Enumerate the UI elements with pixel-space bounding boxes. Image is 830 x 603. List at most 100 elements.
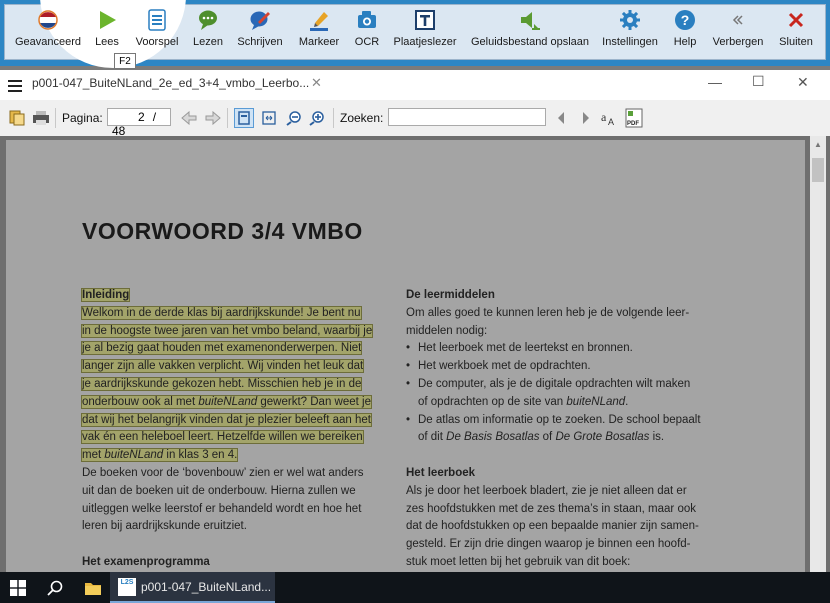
book-title: De Basis Bosatlas: [446, 431, 540, 444]
body-line: Om alles goed te kunnen leren heb je de …: [406, 306, 690, 319]
svg-text:a: a: [601, 110, 607, 124]
toolbar-lezen-button[interactable]: Lezen: [188, 0, 228, 54]
arrow-left-icon[interactable]: [181, 111, 197, 125]
toolbar-help-button[interactable]: ? Help: [668, 0, 702, 54]
start-button[interactable]: [0, 572, 36, 603]
taskbar-app-label: p001-047_BuiteNLand...: [141, 580, 272, 594]
folder-icon: [85, 582, 101, 595]
scroll-up-icon[interactable]: ▲: [814, 140, 822, 149]
highlighted-line: je al bezig gaat houden met examenonderw…: [80, 341, 363, 356]
document-viewer[interactable]: VOORWOORD 3/4 VMBO Inleiding Welkom in d…: [0, 136, 830, 580]
search-label: Zoeken:: [340, 111, 384, 125]
copy-icon[interactable]: [9, 110, 25, 126]
body-line: stuk moet letten bij het gebruik van dit…: [406, 555, 631, 568]
toolbar-geavanceerd-button[interactable]: Geavanceerd: [12, 0, 84, 54]
text-fragment: met: [82, 449, 105, 462]
windows-icon: [10, 579, 26, 596]
font-size-icon[interactable]: aA: [601, 109, 617, 127]
body-line: middelen nodig:: [406, 324, 488, 337]
page-label: Pagina:: [62, 111, 103, 125]
bullet-item: De computer, als je de digitale opdracht…: [406, 376, 726, 412]
zoom-in-icon[interactable]: [309, 110, 325, 126]
body-line: Als je door het leerboek bladert, zie je…: [406, 484, 687, 497]
highlighted-line: onderbouw ook al met buiteNLand gewerkt?…: [81, 394, 372, 409]
file-explorer-button[interactable]: [76, 572, 110, 603]
highlighted-line: in de hoogste twee jaren van het vmbo be…: [80, 323, 374, 338]
help-icon: ?: [673, 8, 697, 32]
svg-text:?: ?: [681, 12, 690, 28]
book-title: buiteNLand: [104, 449, 164, 462]
body-line: gesteld. Er zijn drie dingen waarop je b…: [406, 538, 691, 551]
body-line: leren bij aardrijkskunde eruitziet.: [82, 520, 247, 533]
book-title: De Grote Bosatlas: [555, 431, 650, 444]
text-fragment: of dit: [418, 431, 447, 444]
tab-close-icon[interactable]: ✕: [311, 75, 322, 91]
menu-icon[interactable]: [8, 80, 22, 92]
highlighted-line: dat wij het belangrijk vinden dat je ple…: [81, 412, 372, 427]
page-heading: VOORWOORD 3/4 VMBO: [82, 218, 363, 244]
toolbar-ocr-button[interactable]: OCR: [350, 0, 384, 54]
right-column: De leermiddelen Om alles goed te kunnen …: [406, 287, 726, 572]
toolbar-schrijven-button[interactable]: Schrijven: [234, 0, 286, 54]
page-current: 2: [138, 110, 145, 124]
bullet-item: Het leerboek met de leertekst en bronnen…: [406, 340, 726, 358]
camera-icon: [355, 8, 379, 32]
speaker-icon: [518, 8, 542, 32]
text-fragment: is.: [649, 431, 665, 444]
highlighted-line: vak én een heleboel leert. Hetzelfde wil…: [81, 430, 364, 445]
bullet-item: Het werkboek met de opdrachten.: [406, 358, 726, 376]
toolbar-plaatjeslezer-button[interactable]: Plaatjeslezer: [391, 0, 459, 54]
toolbar-voorspel-button[interactable]: Voorspel: [132, 0, 182, 54]
print-icon[interactable]: [32, 110, 50, 126]
body-line: De boeken voor de ‘bovenbouw’ zien er we…: [82, 466, 364, 479]
text-fragment: of opdrachten op de site van: [418, 395, 567, 408]
highlighted-line: met buiteNLand in klas 3 en 4.: [80, 448, 239, 463]
text-frame-icon: [413, 8, 437, 32]
pdf-icon[interactable]: PDF: [625, 108, 643, 128]
vertical-scrollbar[interactable]: ▲: [810, 136, 826, 572]
toolbar-markeer-button[interactable]: Markeer: [296, 0, 342, 54]
main-toolbar: Geavanceerd Lees Voorspel Lezen Schrijve…: [0, 0, 830, 69]
text-fragment: .: [625, 395, 629, 408]
body-line: zes hoofdstukken met de zes thema’s in s…: [406, 502, 696, 515]
search-next-icon[interactable]: [581, 111, 591, 125]
window-close-icon[interactable]: ✕: [797, 74, 809, 91]
body-line: dat de hoofdstukken op een bepaalde mani…: [406, 520, 699, 533]
toolbar-lees-button[interactable]: Lees: [88, 0, 126, 54]
highlighter-icon: [307, 8, 331, 32]
bullet-item: De atlas om informatie op te zoeken. De …: [406, 412, 726, 448]
text-fragment: De atlas om informatie op te zoeken. De …: [418, 413, 701, 426]
app-badge: L2S: [120, 579, 134, 586]
fit-width-icon[interactable]: [261, 110, 277, 126]
document-tab-title[interactable]: p001-047_BuiteNLand_2e_ed_3+4_vmbo_Leerb…: [32, 76, 309, 90]
maximize-icon[interactable]: ☐: [752, 73, 765, 90]
toolbar-verbergen-button[interactable]: Verbergen: [708, 0, 768, 54]
predict-list-icon: [145, 8, 169, 32]
section-heading: Het examenprogramma: [82, 555, 210, 568]
fit-page-button[interactable]: [234, 108, 254, 128]
search-input[interactable]: [388, 108, 546, 126]
body-line: uitleggen welke leerstof er behandeld wo…: [82, 502, 362, 515]
page-number-input[interactable]: 2/ 48: [107, 108, 171, 138]
scroll-thumb[interactable]: [812, 158, 824, 182]
text-fragment: gewerkt? Dan weet je: [257, 395, 371, 408]
play-icon: [95, 8, 119, 32]
arrow-right-icon[interactable]: [205, 111, 221, 125]
book-title: buiteNLand: [566, 395, 626, 408]
highlighted-line: langer zijn alle vakken verplicht. Wij v…: [80, 359, 365, 374]
text-fragment: of: [539, 431, 556, 444]
text-fragment: onderbouw ook al met: [82, 395, 199, 408]
highlighted-line: Welkom in de derde klas bij aardrijkskun…: [81, 305, 362, 320]
bullet-list: Het leerboek met de leertekst en bronnen…: [406, 340, 726, 447]
toolbar-geluidsbestand-opslaan-button[interactable]: Geluidsbestand opslaan: [468, 0, 592, 54]
zoom-out-icon[interactable]: [286, 110, 302, 126]
search-button[interactable]: [38, 572, 72, 603]
minimize-icon[interactable]: —: [708, 74, 722, 90]
toolbar-sluiten-button[interactable]: Sluiten: [776, 0, 816, 54]
left-column: Inleiding Welkom in de derde klas bij aa…: [80, 287, 388, 572]
body-line: uit dan de boeken uit de onderbouw. Hier…: [82, 484, 356, 497]
toolbar-instellingen-button[interactable]: Instellingen: [598, 0, 662, 54]
separator: [55, 108, 56, 128]
search-prev-icon[interactable]: [556, 111, 566, 125]
svg-text:PDF: PDF: [627, 121, 639, 127]
